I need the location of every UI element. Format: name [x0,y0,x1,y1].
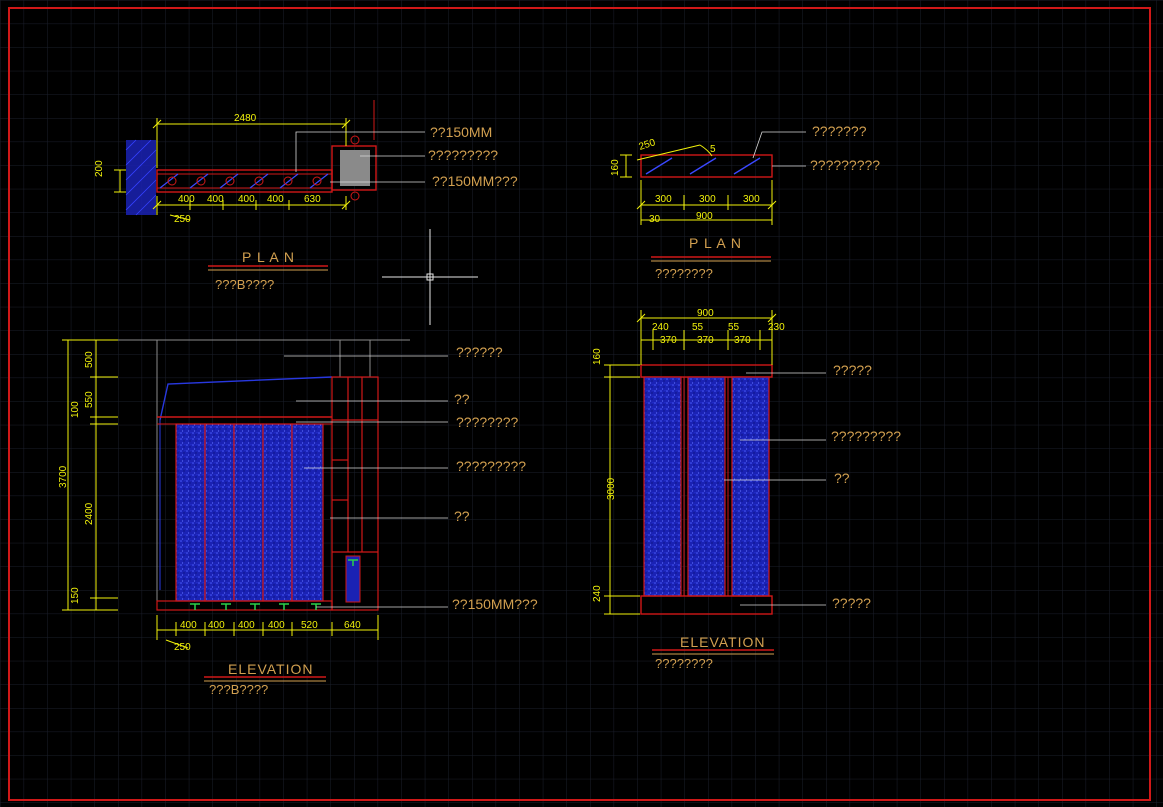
dim-seg1: 400 [178,194,195,205]
dim-er-w3: 370 [734,335,751,346]
note-plan-left-2: ????????? [428,147,498,163]
note-plan-right-1: ??????? [812,123,867,139]
dim-e-bottom: 150 [70,587,81,604]
plan-right-title: P L A N [689,235,742,251]
column-core [340,150,370,186]
cad-drawing-canvas[interactable]: 2480 200 400 400 400 400 630 250 ??150MM… [0,0,1163,807]
dim-er-t2: 55 [692,322,704,333]
dim-er-bottom: 240 [592,585,603,602]
dim-e-b6: 640 [344,620,361,631]
note-elev-right-3: ?? [834,470,850,486]
dim-er-total: 900 [697,308,714,319]
note-elev-right-1: ????? [833,362,872,378]
dim-e-offset: 250 [174,642,191,653]
dim-r-height: 160 [610,159,621,176]
note-elev-left-4: ????????? [456,458,526,474]
wall-hatch [126,140,156,215]
dim-er-w2: 370 [697,335,714,346]
dim-seg3: 400 [238,194,255,205]
dim-r-seg2: 300 [699,194,716,205]
note-elev-left-2: ?? [454,391,470,407]
dim-e-mid: 2400 [84,502,95,525]
dim-offset: 250 [174,214,191,225]
dim-e-band1: 550 [84,391,95,408]
dim-e-total: 3700 [58,465,69,488]
dim-er-top: 160 [592,348,603,365]
dim-r-offset: 30 [649,214,661,225]
dim-r-total: 900 [696,211,713,222]
dim-seg2: 400 [207,194,224,205]
note-elev-left-5: ?? [454,508,470,524]
plan-left-title: P L A N [242,249,295,265]
dim-total-width: 2480 [234,113,257,124]
elev-right-subtitle: ???????? [655,656,713,671]
elev-left-subtitle: ???B???? [209,682,268,697]
note-elev-left-1: ?????? [456,344,503,360]
dim-e-b4: 400 [268,620,285,631]
dim-er-w1: 370 [660,335,677,346]
dim-seg4: 400 [267,194,284,205]
dim-er-t1: 240 [652,322,669,333]
elev-right-title: ELEVATION [680,634,766,650]
note-elev-right-4: ????? [832,595,871,611]
elev-left-title: ELEVATION [228,661,314,677]
note-plan-right-2: ????????? [810,157,880,173]
plan-left-subtitle: ???B???? [215,277,274,292]
dim-e-top: 500 [84,351,95,368]
dim-e-b1: 400 [180,620,197,631]
dim-r-seg1: 300 [655,194,672,205]
note-plan-left-1: ??150MM [430,124,492,140]
dim-r-seg3: 300 [743,194,760,205]
dim-e-b2: 400 [208,620,225,631]
dim-e-b3: 400 [238,620,255,631]
dim-e-band2: 100 [70,401,81,418]
dim-seg5: 630 [304,194,321,205]
note-elev-left-6: ??150MM??? [452,596,538,612]
dim-height: 200 [94,160,105,177]
note-plan-left-3: ??150MM??? [432,173,518,189]
plan-right-subtitle: ???????? [655,266,713,281]
dim-e-b5: 520 [301,620,318,631]
note-elev-left-3: ???????? [456,414,519,430]
note-elev-right-2: ????????? [831,428,901,444]
dim-er-t4: 230 [768,322,785,333]
dim-er-t3: 55 [728,322,740,333]
grid [0,0,1163,807]
dim-er-mid: 3000 [606,477,617,500]
dim-r-angle2: 5 [710,144,716,155]
